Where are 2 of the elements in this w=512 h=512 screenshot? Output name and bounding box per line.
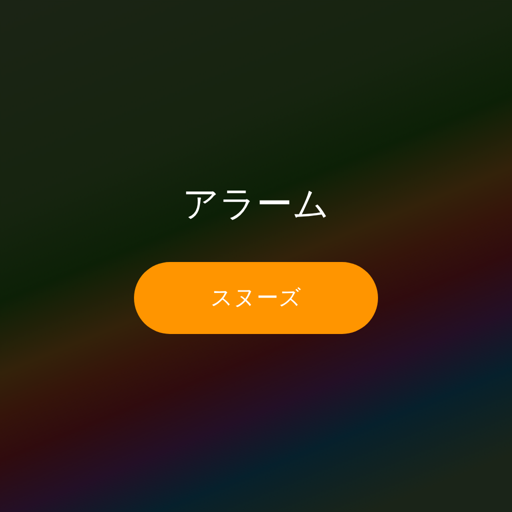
snooze-button[interactable]: スヌーズ	[134, 262, 378, 334]
alarm-title: アラーム	[182, 183, 330, 227]
